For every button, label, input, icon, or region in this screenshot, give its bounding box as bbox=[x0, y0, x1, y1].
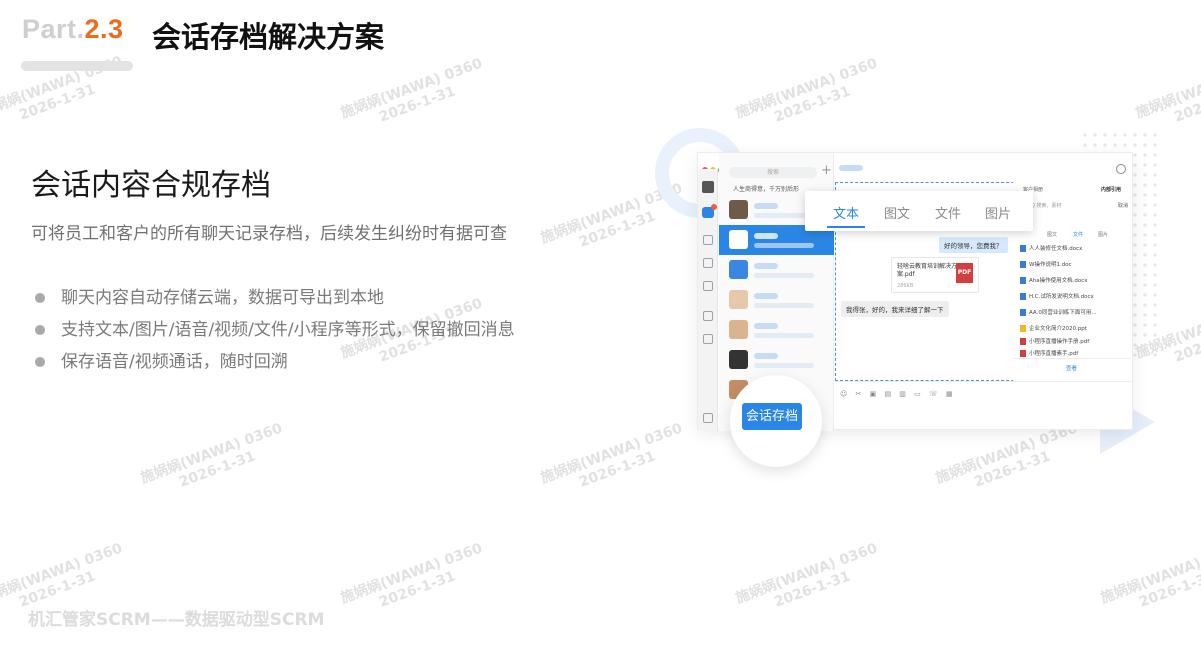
user-icon[interactable] bbox=[1116, 164, 1126, 174]
bullet-dot-icon bbox=[35, 325, 45, 335]
watermark: 施娲娲(WAWA) 03602026-1-31 bbox=[733, 540, 880, 611]
part-number: 2.3 bbox=[84, 14, 124, 44]
menu-icon[interactable] bbox=[703, 413, 713, 423]
contacts-icon[interactable] bbox=[703, 235, 713, 245]
file-list-item[interactable]: 小程序直播操作手册.pdf bbox=[1020, 337, 1089, 345]
message-type-tabs: 文本 图文 文件 图片 bbox=[805, 191, 1033, 231]
panel-tab[interactable]: 文件 bbox=[1073, 231, 1083, 238]
file-list-item[interactable]: 企业文化简介2020.ppt bbox=[1020, 324, 1087, 332]
part-label: Part.2.3 bbox=[22, 14, 124, 44]
file-list-item[interactable]: Aha操作使用文档.docx bbox=[1020, 276, 1088, 284]
chat-toolbar[interactable]: ☺ ✂ ▣ ▤ ▥ ▭ ☏ ▦ bbox=[840, 390, 1130, 398]
file-list-item[interactable]: 人人装修任文档.docx bbox=[1020, 244, 1082, 252]
section-description: 可将员工和客户的所有聊天记录存档，后续发生纠纷时有据可查 bbox=[31, 224, 507, 244]
feature-list: 聊天内容自动存储云端，数据可导出到本地 支持文本/图片/语音/视频/文件/小程序… bbox=[31, 282, 531, 378]
watermark: 施娲娲(WAWA) 03602026-1-31 bbox=[1133, 55, 1201, 126]
divider bbox=[835, 381, 1134, 382]
document-icon[interactable] bbox=[703, 311, 713, 321]
pinned-message: 人生商得意，千万别后形 bbox=[733, 186, 800, 193]
section-subtitle: 会话内容合规存档 bbox=[31, 168, 271, 203]
apps-icon[interactable] bbox=[703, 281, 713, 291]
doc-icon bbox=[1020, 293, 1026, 300]
doc-icon bbox=[1020, 309, 1026, 316]
tab-text[interactable]: 文本 bbox=[833, 203, 859, 222]
panel-search-cancel[interactable]: 取消 bbox=[1118, 202, 1128, 209]
active-tab-indicator bbox=[827, 226, 865, 228]
nav-rail bbox=[698, 169, 718, 431]
search-input[interactable]: 搜索 bbox=[729, 167, 817, 178]
watermark: 施娲娲(WAWA) 03602026-1-31 bbox=[933, 420, 1080, 491]
user-avatar[interactable] bbox=[702, 181, 714, 193]
feature-item: 聊天内容自动存储云端，数据可导出到本地 bbox=[31, 282, 531, 314]
watermark: 施娲娲(WAWA) 03602026-1-31 bbox=[733, 55, 880, 126]
watermark: 施娲娲(WAWA) 03602026-1-31 bbox=[1098, 540, 1201, 611]
panel-search-input[interactable]: Q 搜索，素材 bbox=[1031, 202, 1062, 209]
feature-item: 支持文本/图片/语音/视频/文件/小程序等形式，保留撤回消息 bbox=[31, 314, 531, 346]
settings-icon[interactable] bbox=[703, 334, 713, 344]
panel-tab[interactable]: 图文 bbox=[1047, 231, 1057, 238]
bullet-dot-icon bbox=[35, 293, 45, 303]
file-list-item[interactable]: H.C.试所发说明文档.docx bbox=[1020, 292, 1094, 300]
page-title: 会话存档解决方案 bbox=[152, 20, 385, 54]
list-item[interactable] bbox=[719, 345, 834, 375]
list-item[interactable] bbox=[719, 315, 834, 345]
header-decoration-bar bbox=[21, 61, 133, 71]
chat-icon[interactable] bbox=[702, 204, 717, 218]
panel-tab[interactable]: 图片 bbox=[1098, 231, 1108, 238]
watermark: 施娲娲(WAWA) 03602026-1-31 bbox=[538, 420, 685, 491]
feature-item: 保存语音/视频通话，随时回溯 bbox=[31, 346, 531, 378]
add-icon[interactable]: + bbox=[821, 163, 832, 178]
file-list-item[interactable]: 小程序直播素手.pdf bbox=[1020, 349, 1078, 357]
watermark: 施娲娲(WAWA) 03602026-1-31 bbox=[138, 420, 285, 491]
pdf-icon bbox=[1020, 338, 1026, 345]
footer-brand: 机汇管家SCRM——数据驱动型SCRM bbox=[28, 610, 325, 630]
doc-icon bbox=[1020, 277, 1026, 284]
tab-file[interactable]: 文件 bbox=[935, 203, 961, 222]
tab-rich-text[interactable]: 图文 bbox=[884, 203, 910, 222]
list-item[interactable] bbox=[719, 255, 834, 285]
pdf-icon bbox=[1020, 350, 1026, 357]
panel-tab-internal[interactable]: 内部引用 bbox=[1101, 186, 1121, 193]
archive-button[interactable]: 会话存档 bbox=[742, 403, 802, 430]
calendar-icon[interactable] bbox=[703, 258, 713, 268]
list-item[interactable] bbox=[719, 285, 834, 315]
chat-title-placeholder bbox=[839, 165, 863, 171]
watermark: 施娲娲(WAWA) 03602026-1-31 bbox=[338, 540, 485, 611]
doc-icon bbox=[1020, 261, 1026, 268]
tab-image[interactable]: 图片 bbox=[985, 203, 1011, 222]
view-more-link[interactable]: 查看 bbox=[1013, 358, 1130, 372]
doc-icon bbox=[1020, 245, 1026, 252]
watermark: 施娲娲(WAWA) 03602026-1-31 bbox=[338, 55, 485, 126]
ppt-icon bbox=[1020, 325, 1026, 332]
bullet-dot-icon bbox=[35, 357, 45, 367]
file-list-item[interactable]: W操作说明1.doc bbox=[1020, 260, 1072, 268]
file-list-item[interactable]: AA.0同营业训练下面可用... bbox=[1020, 308, 1097, 316]
